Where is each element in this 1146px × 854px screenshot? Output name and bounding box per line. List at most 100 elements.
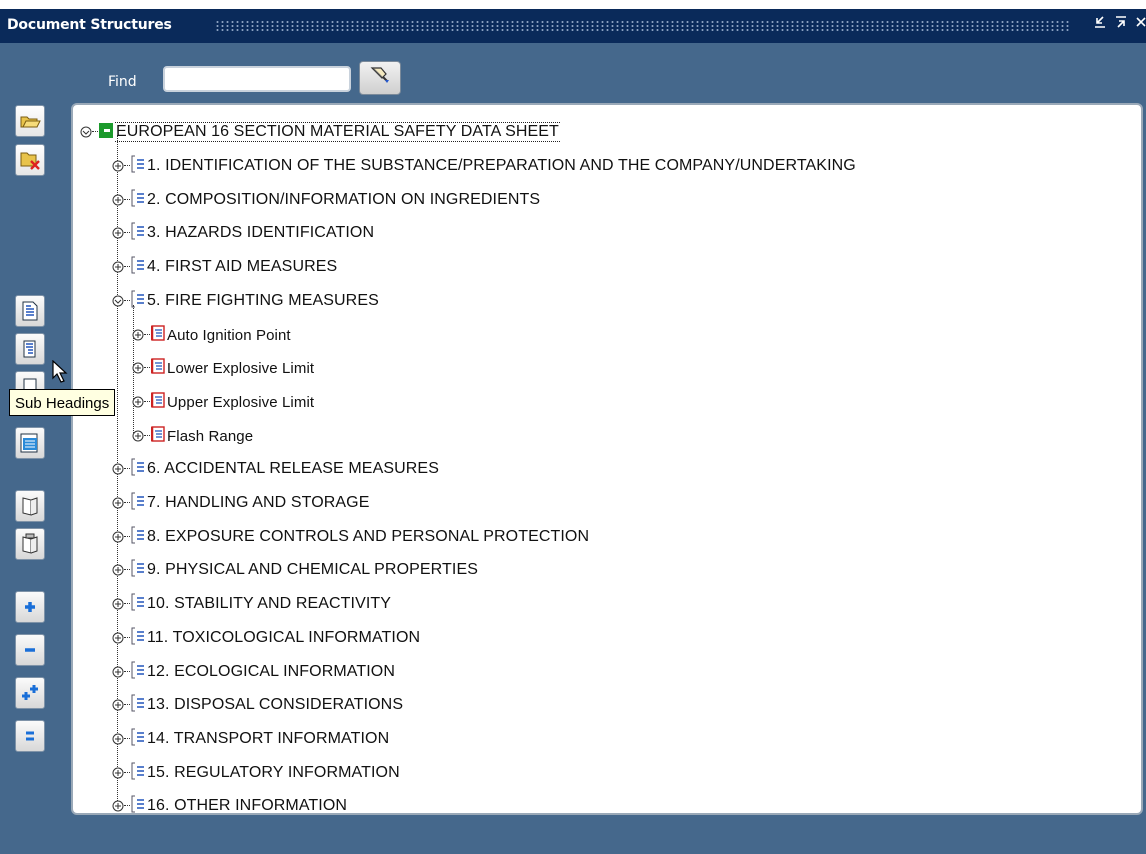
find-button[interactable] xyxy=(359,61,401,95)
expand-node-icon[interactable] xyxy=(111,699,124,712)
tree-section-2[interactable]: 2. COMPOSITION/INFORMATION ON INGREDIENT… xyxy=(111,189,540,211)
tree-section-12[interactable]: 12. ECOLOGICAL INFORMATION xyxy=(111,661,395,683)
expand-node-icon[interactable] xyxy=(111,194,124,207)
minimize-icon[interactable] xyxy=(1094,15,1106,33)
tree-section-9[interactable]: 9. PHYSICAL AND CHEMICAL PROPERTIES xyxy=(111,559,478,581)
expand-node-icon[interactable] xyxy=(111,767,124,780)
open-folder-button[interactable] xyxy=(15,105,45,137)
tree-section-label[interactable]: 15. REGULATORY INFORMATION xyxy=(147,764,400,782)
section-heading-icon xyxy=(131,458,145,480)
tree-section-label[interactable]: 8. EXPOSURE CONTROLS AND PERSONAL PROTEC… xyxy=(147,528,589,546)
tree-section-15[interactable]: 15. REGULATORY INFORMATION xyxy=(111,762,400,784)
paste-icon xyxy=(20,533,40,555)
tree-subheading-item[interactable]: Lower Explosive Limit xyxy=(131,357,314,379)
tree-section-label[interactable]: 14. TRANSPORT INFORMATION xyxy=(147,730,389,748)
expand-node-icon[interactable] xyxy=(131,362,144,375)
tree-section-3[interactable]: 3. HAZARDS IDENTIFICATION xyxy=(111,222,374,244)
expand-button[interactable] xyxy=(15,591,45,623)
tree-section-7[interactable]: 7. HANDLING AND STORAGE xyxy=(111,492,370,514)
tree-section-label[interactable]: 12. ECOLOGICAL INFORMATION xyxy=(147,663,395,681)
tree-section-5[interactable]: 5. FIRE FIGHTING MEASURES xyxy=(111,290,379,312)
expand-node-icon[interactable] xyxy=(111,160,124,173)
subheading-icon xyxy=(150,358,165,378)
document-tree[interactable]: EUROPEAN 16 SECTION MATERIAL SAFETY DATA… xyxy=(71,103,1143,815)
expand-node-icon[interactable] xyxy=(131,329,144,342)
tree-section-6[interactable]: 6. ACCIDENTAL RELEASE MEASURES xyxy=(111,458,439,480)
section-heading-icon xyxy=(131,728,145,750)
expand-node-icon[interactable] xyxy=(131,396,144,409)
tree-section-label[interactable]: 3. HAZARDS IDENTIFICATION xyxy=(147,224,374,242)
tree-root[interactable]: EUROPEAN 16 SECTION MATERIAL SAFETY DATA… xyxy=(79,121,560,143)
tree-subheading-label[interactable]: Auto Ignition Point xyxy=(167,327,291,344)
section-heading-icon xyxy=(131,762,145,784)
collapse-button[interactable] xyxy=(15,634,45,666)
tree-section-label[interactable]: 1. IDENTIFICATION OF THE SUBSTANCE/PREPA… xyxy=(147,157,856,175)
expand-node-icon[interactable] xyxy=(111,632,124,645)
section-heading-icon xyxy=(131,222,145,244)
collapse-icon xyxy=(22,642,38,658)
tree-subheading-item[interactable]: Upper Explosive Limit xyxy=(131,391,314,413)
tree-section-8[interactable]: 8. EXPOSURE CONTROLS AND PERSONAL PROTEC… xyxy=(111,526,589,548)
tree-section-13[interactable]: 13. DISPOSAL CONSIDERATIONS xyxy=(111,694,403,716)
find-label: Find xyxy=(108,74,137,90)
expand-node-icon[interactable] xyxy=(111,463,124,476)
expand-node-icon[interactable] xyxy=(111,531,124,544)
tree-section-label[interactable]: 10. STABILITY AND REACTIVITY xyxy=(147,595,391,613)
tree-subheading-item[interactable]: Flash Range xyxy=(131,425,253,447)
sub-headings-button[interactable] xyxy=(15,333,45,365)
tree-section-label[interactable]: 6. ACCIDENTAL RELEASE MEASURES xyxy=(147,460,439,478)
close-icon[interactable] xyxy=(1136,15,1146,33)
document-heading-icon xyxy=(20,300,40,322)
tree-bottom-bar xyxy=(62,829,1146,845)
title-bar-grip xyxy=(215,20,1070,32)
expand-all-button[interactable] xyxy=(15,677,45,709)
maximize-icon[interactable] xyxy=(1115,15,1127,33)
tree-subheading-label[interactable]: Lower Explosive Limit xyxy=(167,360,314,377)
tree-section-label[interactable]: 4. FIRST AID MEASURES xyxy=(147,258,337,276)
expand-node-icon[interactable] xyxy=(111,564,124,577)
collapse-node-icon[interactable] xyxy=(111,295,124,308)
expand-node-icon[interactable] xyxy=(111,800,124,813)
copy-button[interactable] xyxy=(15,490,45,522)
tree-subheading-label[interactable]: Upper Explosive Limit xyxy=(167,394,314,411)
tree-section-1[interactable]: 1. IDENTIFICATION OF THE SUBSTANCE/PREPA… xyxy=(111,155,856,177)
tree-section-14[interactable]: 14. TRANSPORT INFORMATION xyxy=(111,728,389,750)
tree-section-label[interactable]: 2. COMPOSITION/INFORMATION ON INGREDIENT… xyxy=(147,191,540,209)
collapse-node-icon[interactable] xyxy=(79,126,92,139)
tree-section-4[interactable]: 4. FIRST AID MEASURES xyxy=(111,256,337,278)
expand-node-icon[interactable] xyxy=(111,261,124,274)
expand-node-icon[interactable] xyxy=(131,430,144,443)
delete-folder-icon xyxy=(19,149,41,171)
document-heading-button[interactable] xyxy=(15,295,45,327)
tree-section-label[interactable]: 13. DISPOSAL CONSIDERATIONS xyxy=(147,696,403,714)
expand-node-icon[interactable] xyxy=(111,227,124,240)
section-heading-icon xyxy=(131,627,145,649)
paste-button[interactable] xyxy=(15,528,45,560)
delete-folder-button[interactable] xyxy=(15,144,45,176)
tree-root-label[interactable]: EUROPEAN 16 SECTION MATERIAL SAFETY DATA… xyxy=(115,122,560,142)
section-heading-icon xyxy=(131,256,145,278)
subheading-icon xyxy=(150,426,165,446)
tree-subheading-label[interactable]: Flash Range xyxy=(167,428,253,445)
tree-section-10[interactable]: 10. STABILITY AND REACTIVITY xyxy=(111,593,391,615)
tree-section-label[interactable]: 7. HANDLING AND STORAGE xyxy=(147,494,370,512)
collapse-all-button[interactable] xyxy=(15,720,45,752)
find-input[interactable] xyxy=(163,66,351,92)
expand-node-icon[interactable] xyxy=(111,666,124,679)
expand-node-icon[interactable] xyxy=(111,497,124,510)
section-heading-icon xyxy=(131,661,145,683)
tree-section-label[interactable]: 16. OTHER INFORMATION xyxy=(147,797,347,815)
title-bar[interactable]: Document Structures xyxy=(0,9,1146,43)
expand-all-icon xyxy=(20,683,40,703)
tree-section-11[interactable]: 11. TOXICOLOGICAL INFORMATION xyxy=(111,627,420,649)
expand-node-icon[interactable] xyxy=(111,733,124,746)
section-heading-icon xyxy=(131,593,145,615)
tree-section-label[interactable]: 11. TOXICOLOGICAL INFORMATION xyxy=(147,629,420,647)
tree-section-label[interactable]: 5. FIRE FIGHTING MEASURES xyxy=(147,292,379,310)
tree-subheading-item[interactable]: Auto Ignition Point xyxy=(131,324,291,346)
subheading-icon xyxy=(150,392,165,412)
tree-section-16[interactable]: 16. OTHER INFORMATION xyxy=(111,795,347,817)
properties-button[interactable] xyxy=(15,427,45,459)
tree-section-label[interactable]: 9. PHYSICAL AND CHEMICAL PROPERTIES xyxy=(147,561,478,579)
expand-node-icon[interactable] xyxy=(111,598,124,611)
